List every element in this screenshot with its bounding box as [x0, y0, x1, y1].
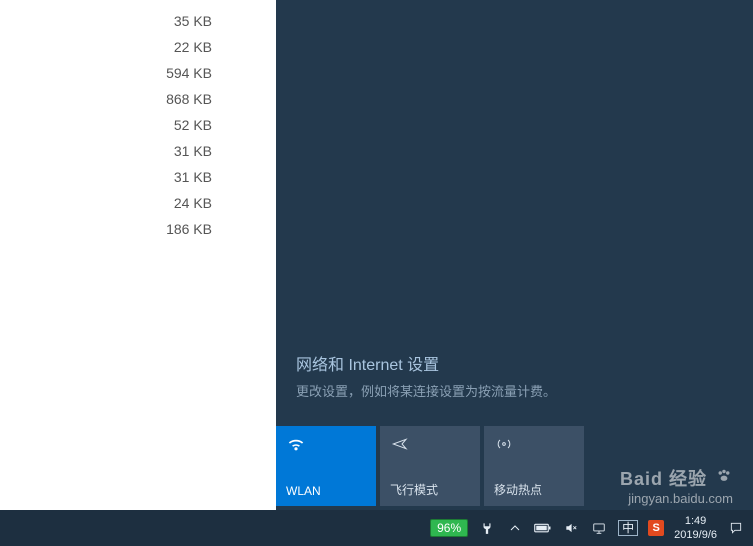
- clock-time: 1:49: [674, 514, 717, 528]
- file-size: 594 KB: [0, 60, 276, 86]
- network-settings-link[interactable]: 网络和 Internet 设置: [296, 351, 556, 375]
- airplane-mode-tile[interactable]: 飞行模式: [380, 426, 480, 506]
- airplane-tile-label: 飞行模式: [390, 481, 470, 498]
- file-size: 52 KB: [0, 112, 276, 138]
- wifi-icon: [286, 436, 366, 458]
- mobile-hotspot-tile[interactable]: 移动热点: [484, 426, 584, 506]
- quick-action-tiles: WLAN 飞行模式 移动热点: [276, 426, 588, 510]
- hotspot-icon: [494, 436, 574, 458]
- ime-indicator[interactable]: 中: [618, 520, 638, 536]
- action-center-icon[interactable]: [727, 521, 745, 535]
- network-settings-subtitle: 更改设置，例如将某连接设置为按流量计费。: [296, 381, 556, 400]
- battery-icon[interactable]: [534, 522, 552, 534]
- taskbar-clock[interactable]: 1:49 2019/9/6: [674, 514, 717, 542]
- power-plug-icon[interactable]: [478, 521, 496, 535]
- battery-indicator[interactable]: 96%: [430, 519, 468, 537]
- taskbar: 96% 中 S 1:49 2019/9/6: [0, 510, 753, 546]
- network-flyout: 网络和 Internet 设置 更改设置，例如将某连接设置为按流量计费。 WLA…: [276, 0, 753, 510]
- explorer-size-column: 35 KB 22 KB 594 KB 868 KB 52 KB 31 KB 31…: [0, 0, 276, 546]
- file-size: 868 KB: [0, 86, 276, 112]
- volume-mute-icon[interactable]: [562, 521, 580, 535]
- wlan-tile-label: WLAN: [286, 484, 366, 498]
- file-size: 24 KB: [0, 190, 276, 216]
- clock-date: 2019/9/6: [674, 528, 717, 542]
- file-size: 22 KB: [0, 34, 276, 60]
- file-size: 186 KB: [0, 216, 276, 242]
- file-size: 31 KB: [0, 138, 276, 164]
- file-size: 35 KB: [0, 8, 276, 34]
- file-size: 31 KB: [0, 164, 276, 190]
- tray-chevron-up-icon[interactable]: [506, 522, 524, 534]
- airplane-icon: [390, 436, 470, 458]
- network-tray-icon[interactable]: [590, 521, 608, 535]
- wlan-tile[interactable]: WLAN: [276, 426, 376, 506]
- sogou-ime-icon[interactable]: S: [648, 520, 664, 536]
- hotspot-tile-label: 移动热点: [494, 481, 574, 498]
